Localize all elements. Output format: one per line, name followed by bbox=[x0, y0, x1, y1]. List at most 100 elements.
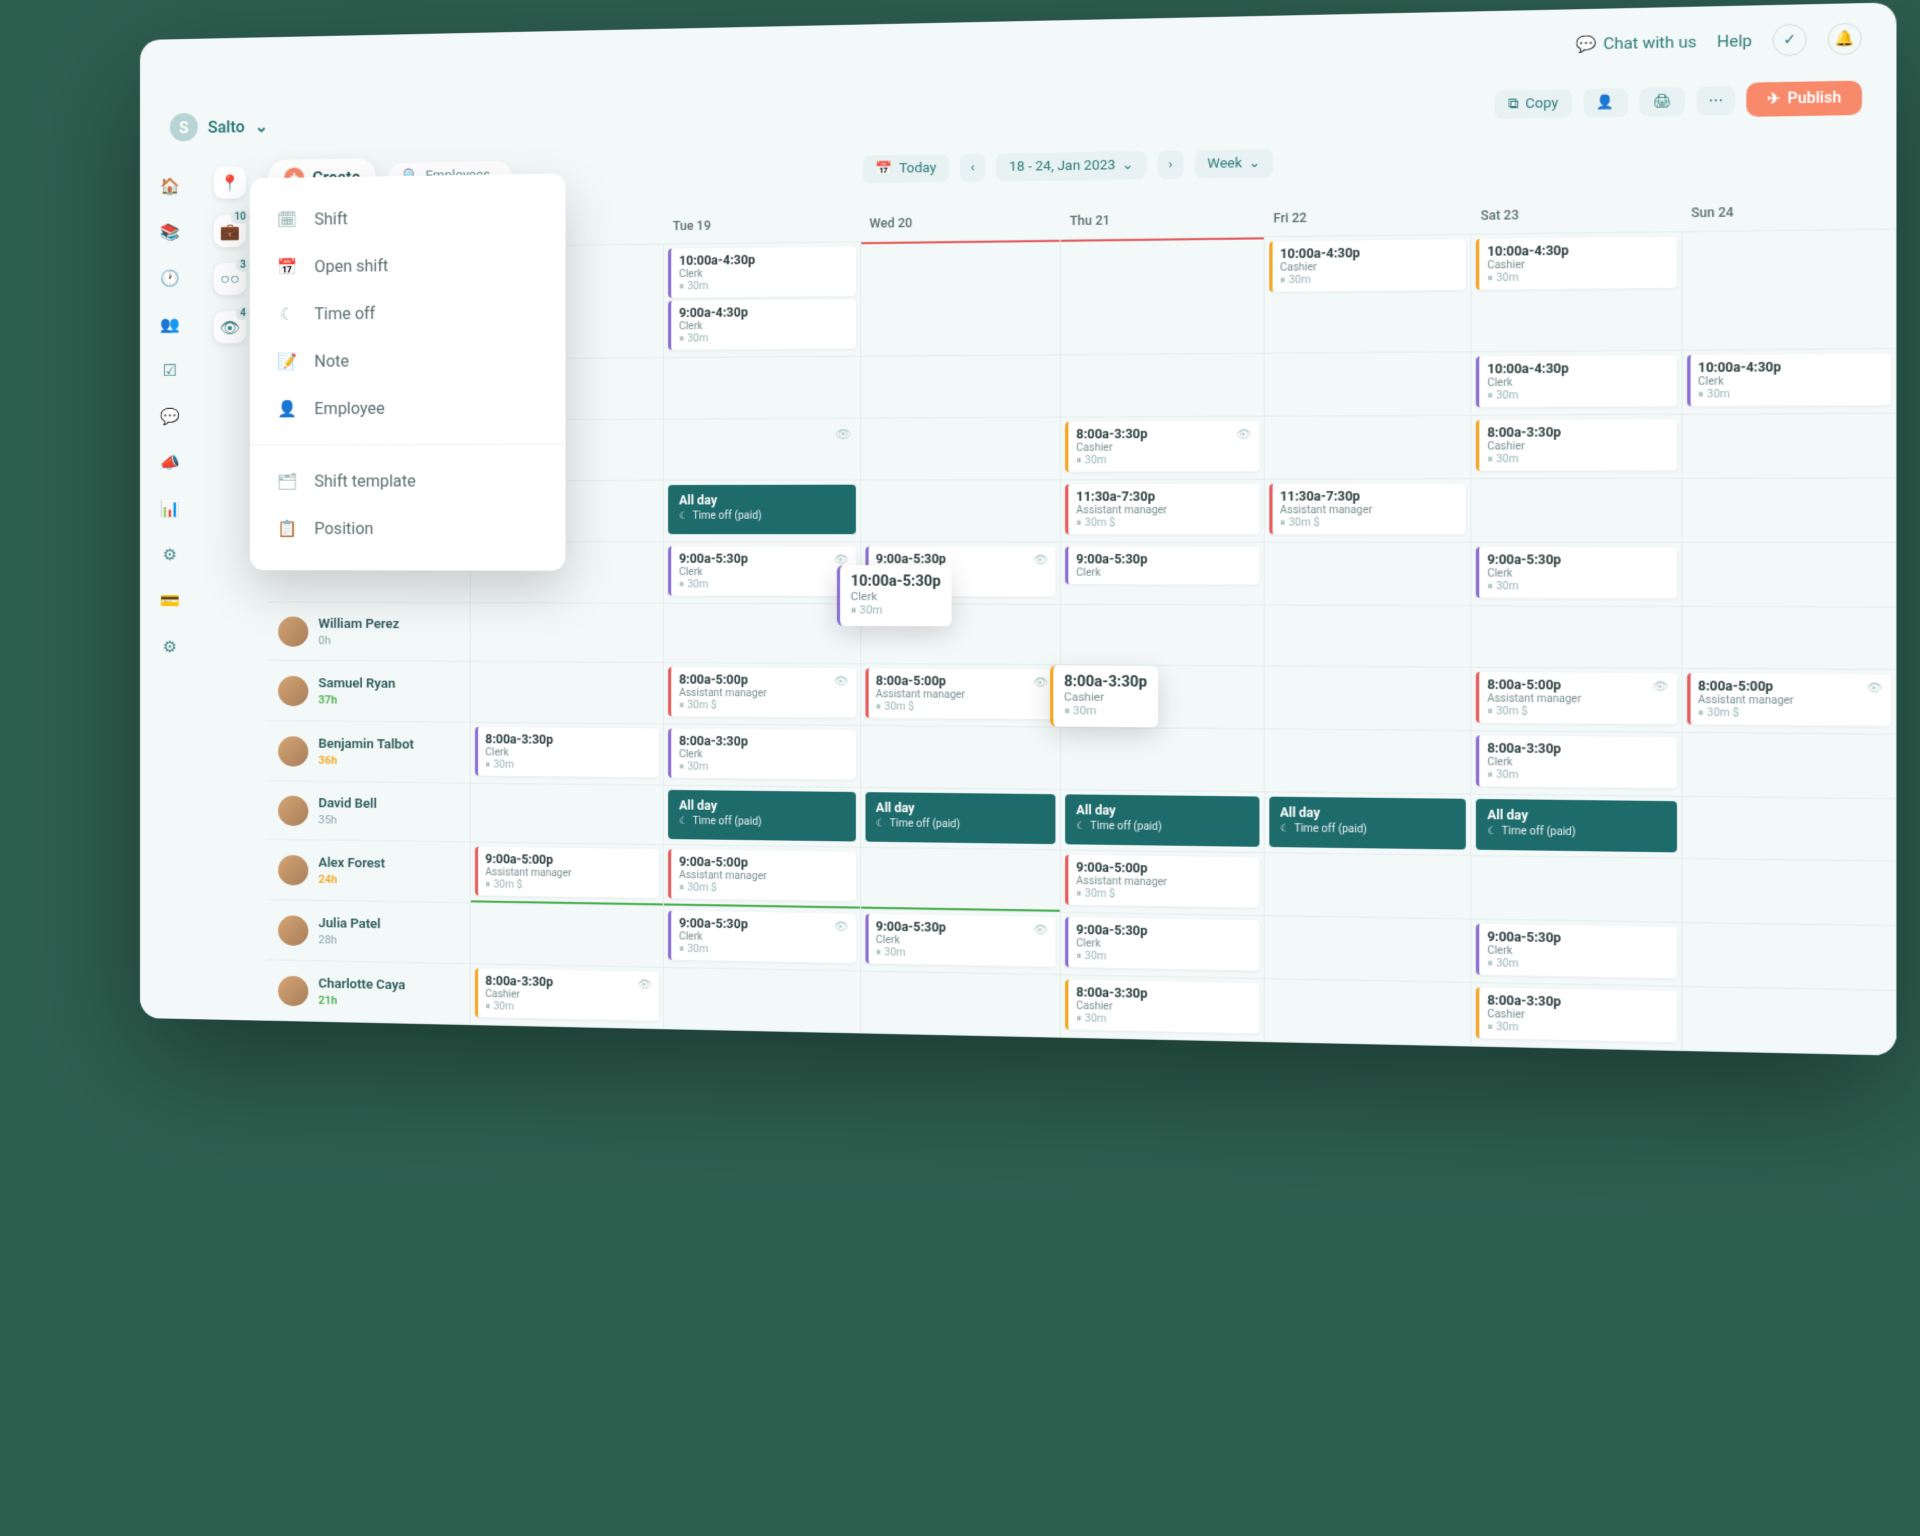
row-head-david[interactable]: David Bell 35h bbox=[268, 781, 471, 842]
copy-button[interactable]: ⧉ Copy bbox=[1495, 89, 1572, 119]
shift-card[interactable]: 8:00a-3:30p Cashier ⏸ 30m bbox=[1476, 419, 1676, 471]
pin-filter[interactable]: 📍 bbox=[214, 166, 246, 199]
row-head-julia[interactable]: Julia Patel 28h bbox=[268, 900, 471, 964]
schedule-icon[interactable]: 📚 bbox=[158, 219, 182, 243]
chat-rail-icon[interactable]: 💬 bbox=[158, 404, 182, 428]
cell[interactable]: 👁 9:00a-5:30p Clerk ⏸ 30m bbox=[664, 542, 861, 604]
cell[interactable] bbox=[1682, 478, 1896, 543]
cell[interactable]: 9:00a-5:30p Clerk ⏸ 30m bbox=[1061, 913, 1264, 979]
cell[interactable]: All day☾ Time off (paid) bbox=[664, 786, 861, 848]
clock-icon[interactable]: 🕐 bbox=[158, 266, 182, 290]
cell[interactable] bbox=[1682, 733, 1896, 799]
shift-card[interactable]: 👁 9:00a-5:30p Clerk ⏸ 30m bbox=[669, 911, 856, 964]
cell[interactable]: 👁 8:00a-3:30p Cashier ⏸ 30m bbox=[1061, 417, 1264, 480]
shift-card[interactable]: 8:00a-3:30p Clerk ⏸ 30m bbox=[1476, 735, 1676, 788]
timeoff-card[interactable]: All day☾ Time off (paid) bbox=[1476, 799, 1676, 852]
help-link[interactable]: Help bbox=[1717, 31, 1752, 51]
cell[interactable] bbox=[471, 903, 664, 968]
shift-card[interactable]: 9:00a-5:00p Assistant manager ⏸ 30m $ bbox=[1065, 855, 1259, 908]
shift-card[interactable]: 9:00a-5:30p Clerk ⏸ 30m bbox=[1476, 547, 1676, 598]
team-icon[interactable]: 👥 bbox=[158, 312, 182, 336]
shift-card[interactable]: 8:00a-3:30p Cashier ⏸ 30m bbox=[1065, 980, 1259, 1034]
check-icon[interactable]: ✓ bbox=[1773, 24, 1807, 57]
timeoff-card[interactable]: All day☾ Time off (paid) bbox=[1269, 797, 1466, 850]
menu-item-shift-template[interactable]: 🗂 Shift template bbox=[250, 457, 566, 505]
menu-item-open-shift[interactable]: 📅 Open shift bbox=[250, 240, 566, 291]
cell[interactable]: 8:00a-3:30p Cashier ⏸ 30m bbox=[1472, 415, 1683, 479]
cell[interactable] bbox=[1265, 979, 1472, 1046]
floating-shift-1[interactable]: 10:00a-5:30p Clerk ⏸ 30m bbox=[837, 565, 952, 626]
cell[interactable] bbox=[1061, 728, 1264, 793]
shift-card[interactable]: 9:00a-5:00p Assistant manager ⏸ 30m $ bbox=[475, 847, 659, 899]
cell[interactable] bbox=[1265, 853, 1472, 919]
menu-item-employee[interactable]: 👤 Employee bbox=[250, 383, 566, 432]
brand-selector[interactable]: S Salto ⌄ bbox=[170, 112, 268, 142]
view-selector[interactable]: Week ⌄ bbox=[1194, 149, 1273, 179]
shift-card[interactable]: 👁 8:00a-5:00p Assistant manager ⏸ 30m $ bbox=[865, 668, 1055, 719]
cell[interactable] bbox=[861, 355, 1061, 418]
cell[interactable]: All day☾ Time off (paid) bbox=[1061, 790, 1264, 853]
cell[interactable]: 9:00a-5:30p Clerk ⏸ 30m bbox=[1472, 920, 1683, 987]
reports-icon[interactable]: 📊 bbox=[158, 496, 182, 520]
cell[interactable] bbox=[1265, 606, 1472, 668]
cell[interactable] bbox=[1682, 607, 1896, 670]
cell[interactable] bbox=[861, 418, 1061, 481]
cell[interactable]: 10:00a-4:30p Cashier ⏸ 30m bbox=[1472, 232, 1683, 352]
shift-card[interactable]: 👁 8:00a-3:30p Cashier ⏸ 30m bbox=[475, 968, 659, 1021]
cell[interactable]: 9:00a-5:00p Assistant manager ⏸ 30m $ bbox=[664, 845, 861, 910]
shift-card[interactable]: 8:00a-3:30p Clerk ⏸ 30m bbox=[475, 727, 659, 778]
prev-button[interactable]: ‹ bbox=[960, 153, 986, 181]
cell[interactable]: 👁 8:00a-5:00p Assistant manager ⏸ 30m $ bbox=[1472, 668, 1683, 733]
shift-card[interactable]: 10:00a-4:30p Cashier ⏸ 30m bbox=[1476, 237, 1676, 290]
cell[interactable]: All day☾ Time off (paid) bbox=[1472, 795, 1683, 859]
date-range-selector[interactable]: 18 - 24, Jan 2023 ⌄ bbox=[996, 151, 1147, 181]
floating-shift-2[interactable]: 8:00a-3:30p Cashier ⏸ 30m bbox=[1050, 665, 1158, 727]
megaphone-icon[interactable]: 📣 bbox=[158, 450, 182, 474]
cell[interactable] bbox=[1682, 923, 1896, 991]
menu-item-time-off[interactable]: ☾ Time off bbox=[250, 288, 566, 339]
cell[interactable]: 👁 8:00a-5:00p Assistant manager ⏸ 30m $ bbox=[664, 663, 861, 726]
row-head-alex[interactable]: Alex Forest 24h bbox=[268, 840, 471, 904]
cell[interactable] bbox=[471, 603, 664, 663]
cell[interactable]: 👁 9:00a-5:30p Clerk ⏸ 30m bbox=[861, 910, 1061, 976]
cell[interactable]: 👁 8:00a-5:00p Assistant manager ⏸ 30m $ bbox=[861, 664, 1061, 728]
row-head-benjamin[interactable]: Benjamin Talbot 36h bbox=[268, 721, 471, 784]
shift-card[interactable]: 9:00a-5:30p Clerk bbox=[1065, 547, 1259, 585]
cell[interactable]: 👁 8:00a-3:30p Cashier ⏸ 30m bbox=[471, 964, 664, 1029]
cell[interactable]: 11:30a-7:30p Assistant manager ⏸ 30m $ bbox=[1061, 480, 1264, 543]
cell[interactable] bbox=[1265, 543, 1472, 607]
tasks-icon[interactable]: ☑ bbox=[158, 358, 182, 382]
chat-with-us[interactable]: 💬 Chat with us bbox=[1575, 32, 1696, 54]
shift-card[interactable]: 👁 8:00a-5:00p Assistant manager ⏸ 30m $ bbox=[1687, 673, 1891, 726]
more-button[interactable]: ⋯ bbox=[1697, 86, 1736, 116]
cell[interactable]: 9:00a-5:30p Clerk ⏸ 30m bbox=[1472, 543, 1683, 607]
cell[interactable] bbox=[1682, 543, 1896, 608]
group-filter[interactable]: ○○ 3 bbox=[214, 263, 246, 295]
next-button[interactable]: › bbox=[1158, 150, 1184, 179]
cell[interactable] bbox=[1472, 856, 1683, 923]
shift-card[interactable]: 9:00a-5:30p Clerk ⏸ 30m bbox=[1476, 924, 1676, 979]
cell[interactable]: 10:00a-4:30p Clerk ⏸ 30m bbox=[1472, 351, 1683, 416]
cell[interactable]: 9:00a-5:30p Clerk bbox=[1061, 543, 1264, 606]
cell[interactable] bbox=[1682, 987, 1896, 1056]
cell[interactable] bbox=[664, 604, 861, 664]
menu-item-position[interactable]: 📋 Position bbox=[250, 505, 566, 553]
shift-card[interactable]: 👁 8:00a-3:30p Cashier ⏸ 30m bbox=[1065, 421, 1259, 472]
user-transfer-button[interactable]: 👤 bbox=[1583, 87, 1628, 117]
shift-card[interactable]: 10:00a-4:30p Clerk ⏸ 30m bbox=[669, 246, 856, 297]
cell[interactable]: 10:00a-4:30p Clerk ⏸ 30m bbox=[1682, 349, 1896, 415]
cell[interactable] bbox=[1265, 666, 1472, 731]
cell[interactable] bbox=[1061, 354, 1264, 418]
shift-card[interactable]: 👁 8:00a-5:00p Assistant manager ⏸ 30m $ bbox=[669, 667, 856, 718]
cell[interactable]: All day☾ Time off (paid) bbox=[861, 788, 1061, 851]
briefcase-filter[interactable]: 💼 10 bbox=[214, 215, 246, 248]
cell[interactable] bbox=[1682, 230, 1896, 351]
print-button[interactable]: 🖨 bbox=[1639, 86, 1685, 116]
cell[interactable] bbox=[664, 968, 861, 1034]
row-head-william[interactable]: William Perez 0h bbox=[268, 602, 471, 661]
cell[interactable] bbox=[861, 480, 1061, 542]
timeoff-card[interactable]: All day ☾ Time off (paid) bbox=[669, 485, 856, 535]
cell[interactable]: 👁 bbox=[664, 419, 861, 481]
home-icon[interactable]: 🏠 bbox=[158, 173, 182, 197]
cell[interactable] bbox=[664, 357, 861, 420]
